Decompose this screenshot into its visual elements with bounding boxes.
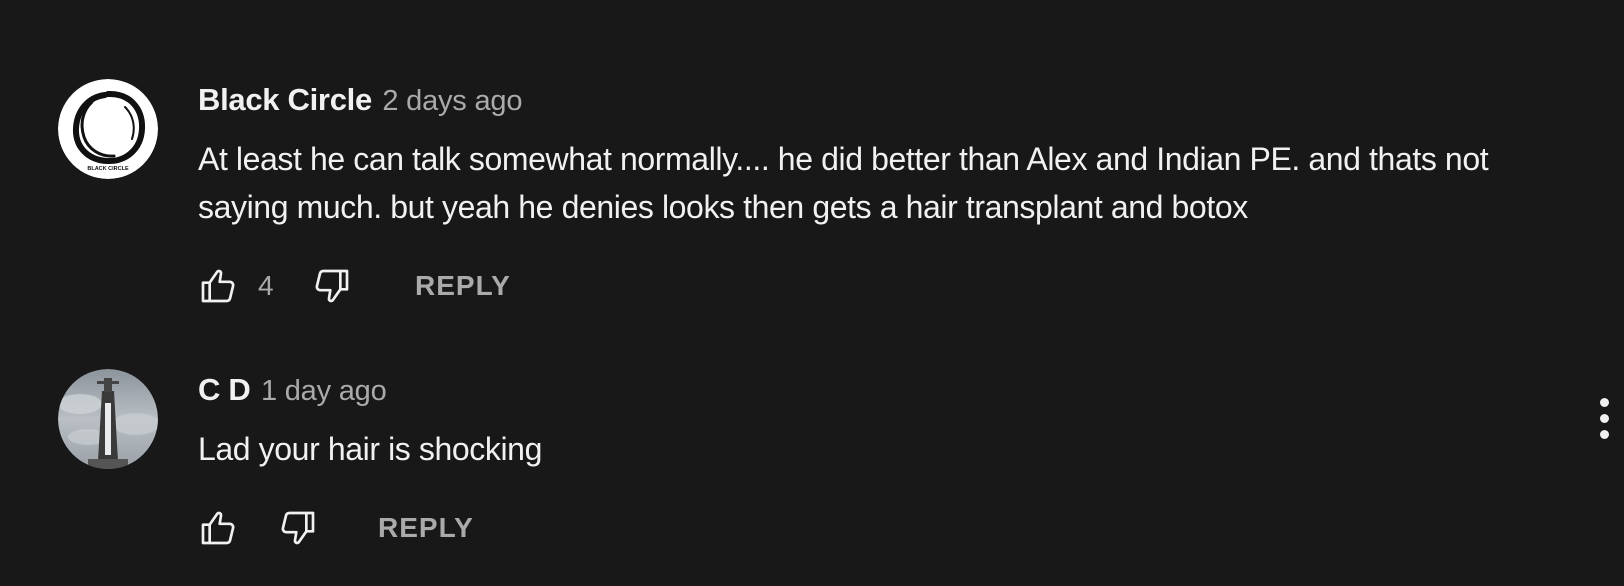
thumbs-up-icon <box>201 511 235 545</box>
dislike-button[interactable] <box>312 266 352 306</box>
comment-thread-item: C D 1 day ago Lad your hair is shocking … <box>0 330 1624 586</box>
comment-header: C D 1 day ago <box>198 372 387 408</box>
comment-text: At least he can talk somewhat normally..… <box>198 141 1489 225</box>
monument-photo-icon <box>58 369 158 469</box>
reply-button[interactable]: REPLY <box>378 512 474 544</box>
thumbs-down-icon <box>281 511 315 545</box>
reply-button[interactable]: REPLY <box>415 270 511 302</box>
avatar[interactable]: BLACK CIRCLE <box>58 79 158 179</box>
author-name[interactable]: Black Circle <box>198 82 372 117</box>
comment-header: Black Circle 2 days ago <box>198 82 522 118</box>
comment-thread-item: BLACK CIRCLE Black Circle 2 days ago At … <box>0 0 1624 330</box>
avatar-caption: BLACK CIRCLE <box>87 166 129 172</box>
like-button[interactable] <box>198 266 238 306</box>
like-count: 4 <box>258 270 274 301</box>
thumbs-down-icon <box>315 269 349 303</box>
thumbs-up-icon <box>201 269 235 303</box>
comment-text: Lad your hair is shocking <box>198 431 542 467</box>
avatar[interactable] <box>58 369 158 469</box>
author-name[interactable]: C D <box>198 372 251 407</box>
comment-timestamp[interactable]: 1 day ago <box>261 375 387 407</box>
dislike-button[interactable] <box>278 508 318 548</box>
ink-circle-logo-icon: BLACK CIRCLE <box>58 79 158 179</box>
comment-action-menu-button[interactable] <box>1592 398 1616 442</box>
comment-timestamp[interactable]: 2 days ago <box>382 85 522 117</box>
like-button[interactable] <box>198 508 238 548</box>
